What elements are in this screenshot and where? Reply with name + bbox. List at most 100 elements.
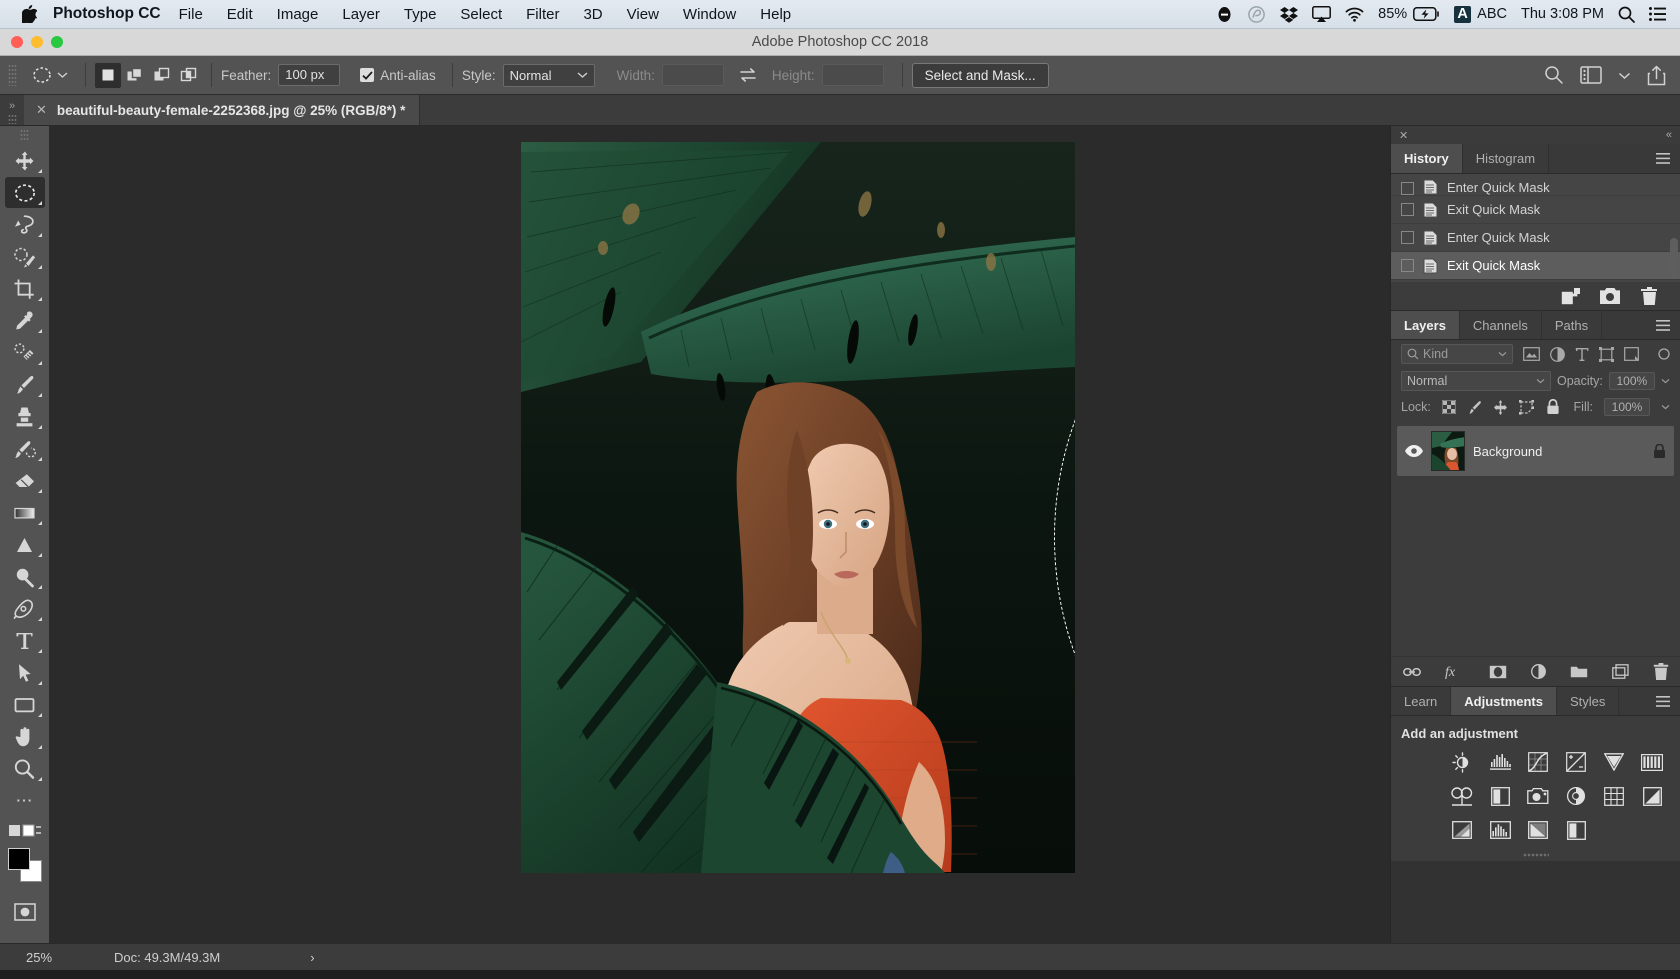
smart-object-filter-icon[interactable] <box>1624 347 1639 361</box>
swap-arrows-icon[interactable] <box>738 67 758 83</box>
black-and-white-icon[interactable] <box>1489 785 1511 807</box>
new-adjustment-layer-icon[interactable] <box>1530 664 1546 679</box>
history-snapshot-checkbox[interactable] <box>1401 203 1414 216</box>
foreground-color-swatch[interactable] <box>7 848 30 870</box>
style-select[interactable]: Normal <box>502 63 595 87</box>
history-item[interactable]: Enter Quick Mask <box>1391 174 1680 196</box>
menu-3d[interactable]: 3D <box>571 6 614 23</box>
tab-channels[interactable]: Channels <box>1459 311 1542 339</box>
menubar-clock[interactable]: Thu 3:08 PM <box>1521 6 1604 22</box>
move-tool[interactable] <box>5 145 45 176</box>
lock-position-icon[interactable] <box>1493 399 1508 415</box>
add-to-selection-button[interactable] <box>122 63 148 88</box>
history-item[interactable]: Exit Quick Mask <box>1391 252 1680 280</box>
new-group-icon[interactable] <box>1570 665 1588 679</box>
exposure-icon[interactable] <box>1565 751 1587 773</box>
history-snapshot-checkbox[interactable] <box>1401 182 1414 195</box>
type-layer-filter-icon[interactable] <box>1575 347 1589 362</box>
apple-icon[interactable] <box>0 5 53 23</box>
hand-tool[interactable] <box>5 721 45 752</box>
menu-help[interactable]: Help <box>748 6 803 23</box>
color-lookup-icon[interactable] <box>1603 785 1625 807</box>
dropbox-icon[interactable] <box>1280 6 1299 23</box>
lock-transparent-pixels-icon[interactable] <box>1441 400 1456 414</box>
lock-image-pixels-icon[interactable] <box>1467 400 1482 415</box>
history-item[interactable]: Enter Quick Mask <box>1391 224 1680 252</box>
fill-value[interactable]: 100% <box>1604 398 1650 416</box>
tab-adjustments[interactable]: Adjustments <box>1451 687 1557 715</box>
anti-alias-checkbox[interactable] <box>360 68 375 82</box>
control-center-icon[interactable] <box>1649 7 1666 21</box>
add-layer-mask-icon[interactable] <box>1489 665 1507 679</box>
layer-name[interactable]: Background <box>1473 444 1645 459</box>
lock-icon[interactable] <box>1653 443 1666 459</box>
menu-edit[interactable]: Edit <box>215 6 265 23</box>
history-list[interactable]: Enter Quick Mask Exit Quick Mask Enter Q… <box>1391 174 1680 282</box>
color-swatches[interactable] <box>7 848 42 882</box>
workspace-icon[interactable] <box>1580 66 1602 84</box>
invert-icon[interactable] <box>1641 785 1663 807</box>
menu-app-name[interactable]: Photoshop CC <box>53 5 167 23</box>
document-info[interactable]: Doc: 49.3M/49.3M › <box>78 950 315 965</box>
crop-tool[interactable] <box>5 273 45 304</box>
history-snapshot-checkbox[interactable] <box>1401 259 1414 272</box>
select-and-mask-button[interactable]: Select and Mask... <box>911 62 1049 88</box>
panel-menu-icon[interactable] <box>1646 144 1680 173</box>
threshold-icon[interactable] <box>1489 819 1511 841</box>
width-input[interactable] <box>661 64 724 86</box>
clone-stamp-tool[interactable] <box>5 401 45 432</box>
tab-layers[interactable]: Layers <box>1391 311 1460 339</box>
eyedropper-tool[interactable] <box>5 305 45 336</box>
zoom-level[interactable]: 25% <box>0 950 78 965</box>
menu-filter[interactable]: Filter <box>514 6 571 23</box>
search-icon[interactable] <box>1544 65 1564 85</box>
creative-cloud-icon[interactable] <box>1247 5 1266 23</box>
opacity-chevron-down-icon[interactable] <box>1661 378 1670 384</box>
new-layer-icon[interactable] <box>1611 664 1629 679</box>
lock-artboard-icon[interactable] <box>1518 399 1535 415</box>
selective-color-icon[interactable] <box>1565 819 1587 841</box>
close-window-button[interactable] <box>11 36 23 48</box>
vibrance-icon[interactable] <box>1603 751 1625 773</box>
height-input[interactable] <box>821 64 884 86</box>
input-source-label[interactable]: ABC <box>1477 6 1507 22</box>
toolbar-grip[interactable] <box>20 129 29 141</box>
tool-preset-picker[interactable] <box>23 64 76 86</box>
blend-mode-select[interactable]: Normal <box>1401 371 1551 391</box>
history-scrollbar[interactable] <box>1670 238 1678 278</box>
curves-icon[interactable] <box>1527 751 1549 773</box>
chevron-down-icon[interactable] <box>57 71 68 79</box>
menu-file[interactable]: File <box>167 6 215 23</box>
document-tab[interactable]: ✕ beautiful-beauty-female-2252368.jpg @ … <box>24 95 421 125</box>
new-selection-button[interactable] <box>95 62 121 88</box>
panel-menu-icon[interactable] <box>1646 311 1680 339</box>
adjustment-layer-filter-icon[interactable] <box>1550 346 1565 362</box>
minus-circle-icon[interactable] <box>1216 6 1233 23</box>
chevron-double-right-icon[interactable]: » <box>0 95 24 125</box>
document-image[interactable] <box>521 142 1075 873</box>
delete-state-icon[interactable] <box>1641 287 1658 305</box>
photo-filter-icon[interactable] <box>1527 785 1549 807</box>
airplay-icon[interactable] <box>1312 6 1332 22</box>
feather-input[interactable]: 100 px <box>278 64 341 86</box>
menu-layer[interactable]: Layer <box>330 6 392 23</box>
ellipsis-icon[interactable]: ⋯ <box>5 785 45 816</box>
posterize-icon[interactable] <box>1451 819 1473 841</box>
fill-chevron-down-icon[interactable] <box>1661 404 1670 410</box>
hue-saturation-icon[interactable] <box>1641 751 1663 773</box>
zoom-tool[interactable] <box>5 753 45 784</box>
lasso-tool[interactable] <box>5 209 45 240</box>
menu-view[interactable]: View <box>615 6 671 23</box>
panel-resize-grip[interactable] <box>1391 849 1680 861</box>
layer-thumbnail[interactable] <box>1431 431 1465 471</box>
gradient-map-icon[interactable] <box>1527 819 1549 841</box>
tab-learn[interactable]: Learn <box>1391 687 1452 715</box>
tab-histogram[interactable]: Histogram <box>1462 144 1550 173</box>
pixel-layer-filter-icon[interactable] <box>1523 347 1540 361</box>
history-item[interactable]: Exit Quick Mask <box>1391 196 1680 224</box>
tab-history[interactable]: History <box>1391 144 1463 173</box>
tab-styles[interactable]: Styles <box>1556 687 1620 715</box>
close-icon[interactable]: ✕ <box>36 102 47 118</box>
subtract-from-selection-button[interactable] <box>149 63 175 88</box>
history-snapshot-checkbox[interactable] <box>1401 231 1414 244</box>
